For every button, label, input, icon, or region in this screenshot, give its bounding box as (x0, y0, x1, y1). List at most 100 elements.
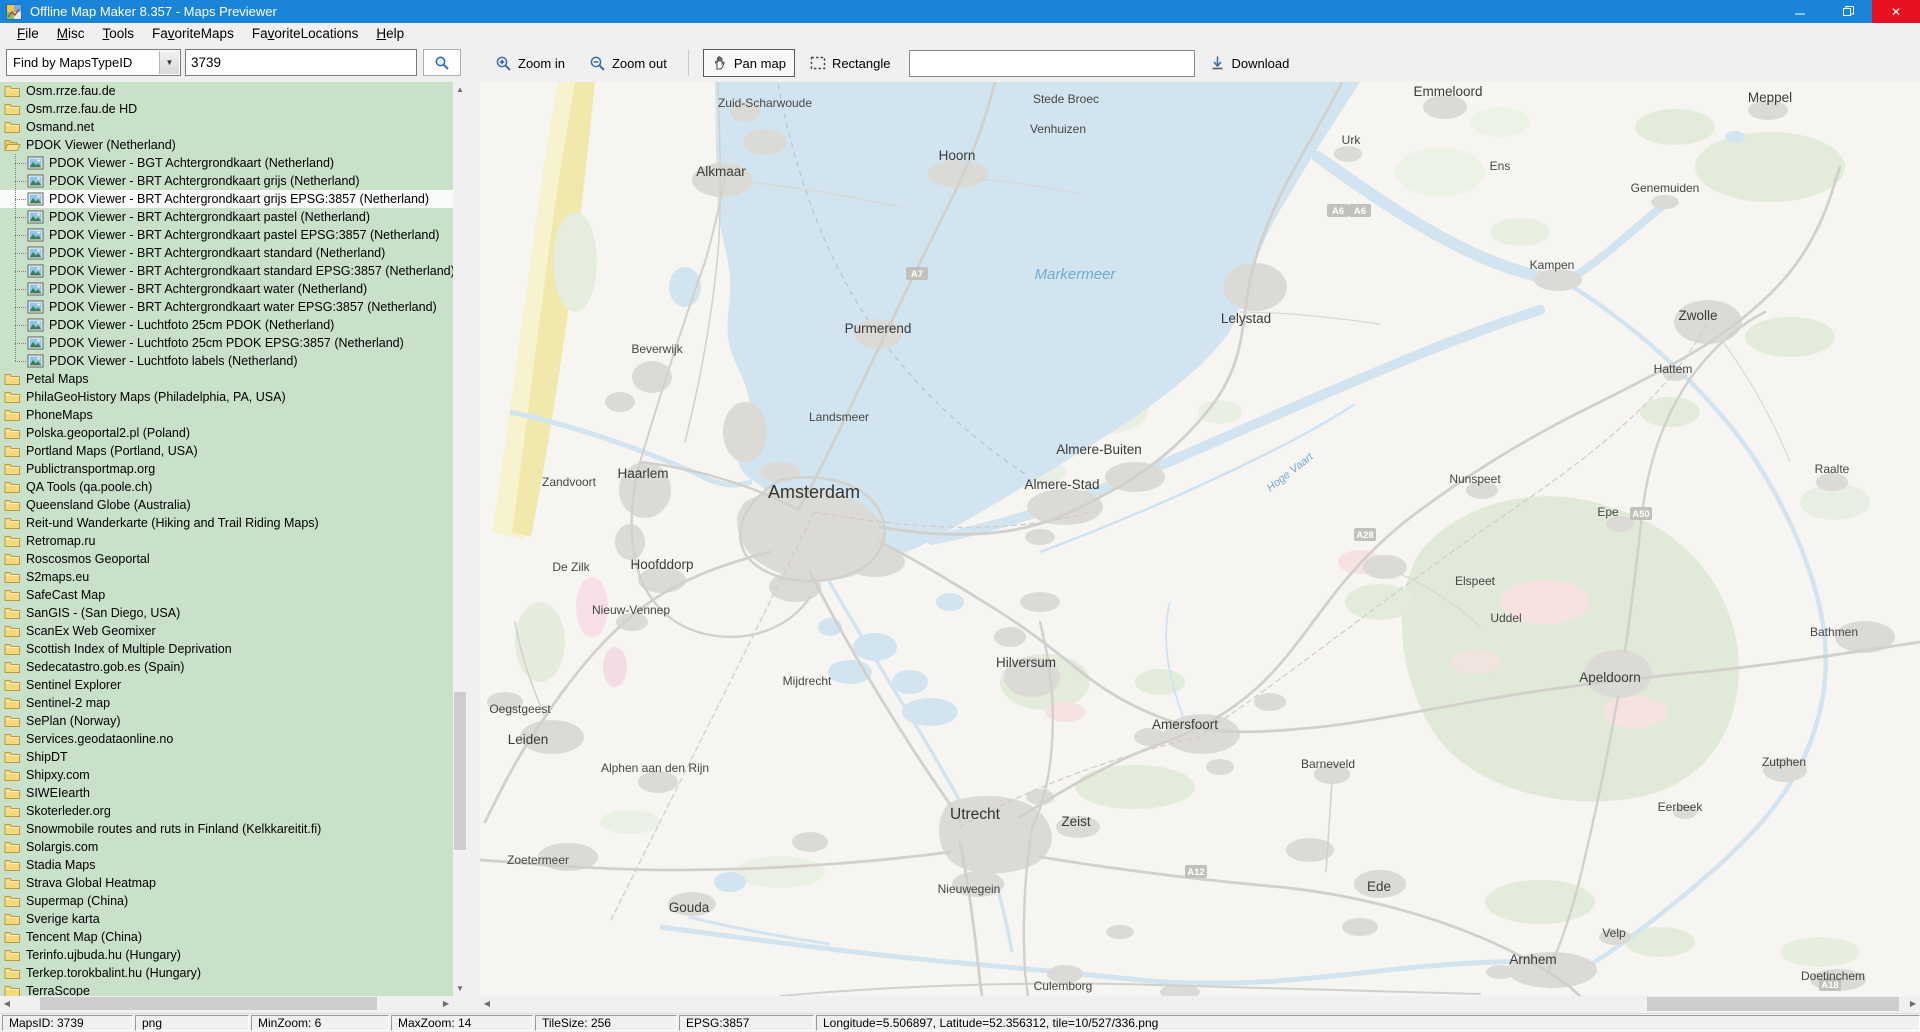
maximize-button[interactable] (1824, 0, 1872, 23)
list-item-label: PDOK Viewer - BRT Achtergrondkaart water… (49, 300, 437, 314)
list-item[interactable]: Publictransportmap.org (0, 460, 453, 478)
scroll-down-icon[interactable]: ▼ (453, 981, 467, 996)
list-item[interactable]: Reit-und Wanderkarte (Hiking and Trail R… (0, 514, 453, 532)
tree-vertical-scrollbar[interactable]: ▲ ▼ (453, 82, 467, 996)
menu-item[interactable]: File (8, 24, 48, 43)
list-item[interactable]: ScanEx Web Geomixer (0, 622, 453, 640)
map-label: Zeist (1061, 814, 1091, 829)
tree-hscroll-thumb[interactable] (40, 997, 377, 1010)
download-button[interactable]: Download (1201, 49, 1298, 77)
search-button[interactable] (423, 49, 461, 76)
scroll-left-icon[interactable]: ◀ (0, 996, 14, 1011)
list-item-label: Strava Global Heatmap (26, 876, 156, 890)
list-item[interactable]: Portland Maps (Portland, USA) (0, 442, 453, 460)
list-item[interactable]: Supermap (China) (0, 892, 453, 910)
menu-item[interactable]: Help (367, 24, 413, 43)
list-item[interactable]: Scottish Index of Multiple Deprivation (0, 640, 453, 658)
chevron-down-icon[interactable]: ▼ (159, 51, 179, 74)
list-item[interactable]: S2maps.eu (0, 568, 453, 586)
list-item[interactable]: Sentinel-2 map (0, 694, 453, 712)
title-bar[interactable]: Offline Map Maker 8.357 - Maps Previewer… (0, 0, 1920, 23)
list-item[interactable]: PDOK Viewer - Luchtfoto labels (Netherla… (0, 352, 453, 370)
list-item[interactable]: Roscosmos Geoportal (0, 550, 453, 568)
scroll-right-icon[interactable]: ▶ (439, 996, 453, 1011)
pan-hand-icon (712, 55, 728, 71)
list-item[interactable]: PhilaGeoHistory Maps (Philadelphia, PA, … (0, 388, 453, 406)
menu-item[interactable]: FavoriteLocations (243, 24, 368, 43)
list-item[interactable]: SanGIS - (San Diego, USA) (0, 604, 453, 622)
list-item[interactable]: PDOK Viewer - BGT Achtergrondkaart (Neth… (0, 154, 453, 172)
zoom-out-button[interactable]: Zoom out (580, 49, 676, 78)
list-item[interactable]: PDOK Viewer (Netherland) (0, 136, 453, 154)
list-item[interactable]: Skoterleder.org (0, 802, 453, 820)
list-item[interactable]: Retromap.ru (0, 532, 453, 550)
list-item[interactable]: Terkep.torokbalint.hu (Hungary) (0, 964, 453, 982)
map-scroll-left-icon[interactable]: ◀ (480, 996, 494, 1012)
scroll-up-icon[interactable]: ▲ (453, 82, 467, 97)
pan-map-button[interactable]: Pan map (703, 49, 795, 77)
rectangle-button[interactable]: Rectangle (801, 50, 900, 77)
list-item[interactable]: Queensland Globe (Australia) (0, 496, 453, 514)
list-item[interactable]: PDOK Viewer - Luchtfoto 25cm PDOK EPSG:3… (0, 334, 453, 352)
tree-horizontal-scrollbar[interactable]: ◀ ▶ (0, 996, 453, 1011)
list-item[interactable]: PDOK Viewer - Luchtfoto 25cm PDOK (Nethe… (0, 316, 453, 334)
search-input[interactable] (185, 49, 417, 76)
list-item[interactable]: Sedecatastro.gob.es (Spain) (0, 658, 453, 676)
app-window: Offline Map Maker 8.357 - Maps Previewer… (0, 0, 1920, 1032)
list-item[interactable]: Stadia Maps (0, 856, 453, 874)
list-item[interactable]: QA Tools (qa.poole.ch) (0, 478, 453, 496)
map-viewport[interactable]: A7A6A6A28A50A12A18 Zuid-ScharwoudeStede … (480, 82, 1920, 996)
list-item[interactable]: PhoneMaps (0, 406, 453, 424)
map-horizontal-scrollbar[interactable]: ◀ ▶ (480, 996, 1920, 1012)
map-scroll-right-icon[interactable]: ▶ (1906, 996, 1920, 1012)
list-item[interactable]: Osm.rrze.fau.de (0, 82, 453, 100)
list-item[interactable]: ShipDT (0, 748, 453, 766)
menu-item[interactable]: Misc (48, 24, 94, 43)
map-canvas[interactable]: A7A6A6A28A50A12A18 Zuid-ScharwoudeStede … (480, 82, 1920, 996)
minimize-button[interactable] (1776, 0, 1824, 23)
menu-item[interactable]: Tools (94, 24, 144, 43)
list-item-label: Supermap (China) (26, 894, 128, 908)
list-item[interactable]: SIWEIearth (0, 784, 453, 802)
download-icon (1210, 55, 1225, 71)
zoom-in-button[interactable]: Zoom in (486, 49, 574, 78)
list-item[interactable]: Snowmobile routes and ruts in Finland (K… (0, 820, 453, 838)
map-label: Gouda (669, 900, 710, 915)
list-item[interactable]: Solargis.com (0, 838, 453, 856)
list-item[interactable]: Shipxy.com (0, 766, 453, 784)
list-item[interactable]: PDOK Viewer - BRT Achtergrondkaart stand… (0, 244, 453, 262)
find-mode-select[interactable]: Find by MapsTypeID ▼ (6, 49, 181, 76)
list-item[interactable]: Osmand.net (0, 118, 453, 136)
list-item[interactable]: PDOK Viewer - BRT Achtergrondkaart stand… (0, 262, 453, 280)
list-item[interactable]: Polska.geoportal2.pl (Poland) (0, 424, 453, 442)
panel-splitter[interactable] (467, 38, 480, 969)
list-item[interactable]: SePlan (Norway) (0, 712, 453, 730)
list-item[interactable]: PDOK Viewer - BRT Achtergrondkaart paste… (0, 208, 453, 226)
list-item[interactable]: PDOK Viewer - BRT Achtergrondkaart grijs… (0, 172, 453, 190)
map-layer-icon (27, 210, 44, 224)
map-hscroll-thumb[interactable] (1647, 997, 1899, 1011)
list-item[interactable]: SafeCast Map (0, 586, 453, 604)
list-item[interactable]: PDOK Viewer - BRT Achtergrondkaart water… (0, 280, 453, 298)
list-item[interactable]: PDOK Viewer - BRT Achtergrondkaart grijs… (0, 190, 453, 208)
list-item[interactable]: Strava Global Heatmap (0, 874, 453, 892)
list-item[interactable]: Tencent Map (China) (0, 928, 453, 946)
list-item[interactable]: Osm.rrze.fau.de HD (0, 100, 453, 118)
list-item[interactable]: Sverige karta (0, 910, 453, 928)
search-icon (434, 55, 450, 71)
tree-connector (15, 361, 26, 362)
list-item[interactable]: PDOK Viewer - BRT Achtergrondkaart water… (0, 298, 453, 316)
map-label: Kampen (1530, 258, 1575, 272)
list-item[interactable]: Services.geodataonline.no (0, 730, 453, 748)
list-item[interactable]: Sentinel Explorer (0, 676, 453, 694)
menu-item[interactable]: FavoriteMaps (143, 24, 243, 43)
list-item[interactable]: PDOK Viewer - BRT Achtergrondkaart paste… (0, 226, 453, 244)
folder-icon (4, 678, 21, 692)
toolbar-input[interactable] (909, 50, 1195, 77)
tree-vscroll-thumb[interactable] (454, 692, 466, 850)
list-item[interactable]: Terinfo.ujbuda.hu (Hungary) (0, 946, 453, 964)
list-item[interactable]: TerraScope (0, 982, 453, 996)
map-label: Doetinchem (1801, 969, 1865, 983)
list-item[interactable]: Petal Maps (0, 370, 453, 388)
close-button[interactable]: ✕ (1872, 0, 1920, 23)
